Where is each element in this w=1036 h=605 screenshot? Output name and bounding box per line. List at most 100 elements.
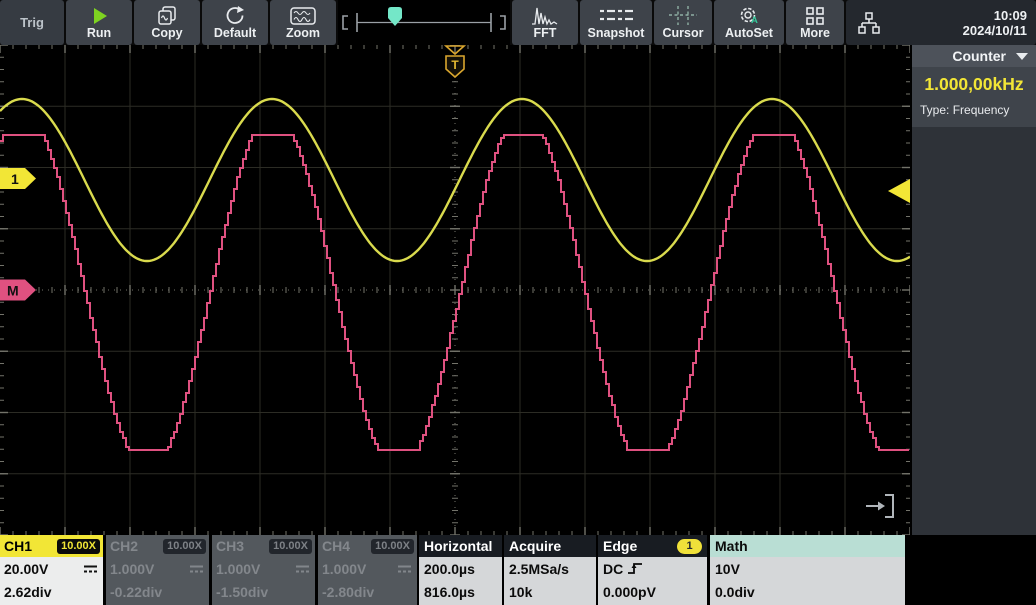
zoom-label: Zoom: [286, 27, 320, 40]
ch1-label: CH1: [4, 538, 32, 554]
acquire-mem-depth: 10k: [509, 584, 532, 600]
horizontal-title: Horizontal: [424, 538, 492, 554]
ch4-probe-badge: 10.00X: [371, 539, 414, 554]
acquire-title: Acquire: [509, 538, 561, 554]
ch2-offset: -0.22div: [110, 584, 162, 600]
ch2-probe-badge: 10.00X: [163, 539, 206, 554]
trigger-title: Edge: [603, 538, 637, 554]
waveforms: [0, 99, 910, 450]
more-label: More: [800, 27, 830, 40]
ch3-label: CH3: [216, 538, 244, 554]
trigger-level: 0.000pV: [603, 584, 656, 600]
fft-label: FFT: [534, 27, 557, 40]
dc-coupling-icon: [397, 564, 412, 574]
dc-coupling-icon: [83, 564, 98, 574]
cursor-crosshair-icon: [667, 5, 699, 26]
wave-zoom-icon: [289, 5, 317, 26]
svg-text:T: T: [451, 58, 459, 72]
counter-type-value: Frequency: [953, 103, 1010, 117]
play-icon: [89, 5, 109, 26]
datetime-display: 10:09 2024/10/11: [963, 8, 1027, 38]
graticule: [0, 45, 910, 535]
rising-edge-icon: [627, 561, 643, 576]
math-offset: 0.0div: [715, 584, 755, 600]
chevron-down-icon: [1016, 53, 1028, 60]
horizontal-box[interactable]: Horizontal 200.0µs 816.0µs: [419, 535, 502, 605]
ch3-box[interactable]: CH3 10.00X 1.000V -1.50div: [212, 535, 315, 605]
fft-button[interactable]: FFT: [512, 0, 578, 45]
counter-card: Counter 1.000,00kHz Type: Frequency: [912, 45, 1036, 127]
acquire-sample-rate: 2.5MSa/s: [509, 561, 569, 577]
trigger-coupling: DC: [603, 561, 623, 577]
ch2-box[interactable]: CH2 10.00X 1.000V -0.22div: [106, 535, 209, 605]
date-text: 2024/10/11: [963, 23, 1027, 38]
ch3-probe-badge: 10.00X: [269, 539, 312, 554]
ch1-box[interactable]: CH1 10.00X 20.00V 2.62div: [0, 535, 103, 605]
snapshot-list-icon: [598, 5, 634, 26]
dc-coupling-icon: [295, 564, 310, 574]
time-text: 10:09: [994, 8, 1027, 23]
snapshot-label: Snapshot: [588, 27, 645, 40]
horizontal-position-slider[interactable]: [338, 0, 510, 45]
run-label: Run: [87, 27, 111, 40]
counter-type-label: Type:: [920, 103, 949, 117]
ch4-offset: -2.80div: [322, 584, 374, 600]
cursor-button[interactable]: Cursor: [654, 0, 712, 45]
autoset-button[interactable]: A AutoSet: [714, 0, 784, 45]
ch3-offset: -1.50div: [216, 584, 268, 600]
copy-button[interactable]: Copy: [134, 0, 200, 45]
counter-dropdown[interactable]: Counter: [912, 45, 1036, 67]
ch4-box[interactable]: CH4 10.00X 1.000V -2.80div: [318, 535, 417, 605]
snapshot-button[interactable]: Snapshot: [580, 0, 652, 45]
top-toolbar: Trig Run Copy Default: [0, 0, 1036, 45]
svg-text:1: 1: [11, 171, 19, 187]
counter-type: Type: Frequency: [912, 101, 1036, 127]
default-button[interactable]: Default: [202, 0, 268, 45]
ch4-scale: 1.000V: [322, 561, 366, 577]
enter-icon[interactable]: [866, 495, 893, 517]
counter-value: 1.000,00kHz: [912, 67, 1036, 101]
math-title: Math: [715, 538, 748, 554]
fft-spectrum-icon: [530, 5, 560, 26]
ch4-label: CH4: [322, 538, 350, 554]
dc-coupling-icon: [189, 564, 204, 574]
ch1-level-marker[interactable]: 1: [0, 168, 36, 189]
zoom-button[interactable]: Zoom: [270, 0, 336, 45]
autoset-label: AutoSet: [725, 27, 773, 40]
horizontal-delay: 816.0µs: [424, 584, 475, 600]
network-lan-icon: [856, 10, 882, 36]
default-label: Default: [214, 27, 256, 40]
ch3-scale: 1.000V: [216, 561, 260, 577]
more-grid-icon: [805, 5, 825, 26]
ch2-label: CH2: [110, 538, 138, 554]
math-level-marker[interactable]: M: [0, 280, 36, 301]
reset-arrow-icon: [224, 5, 246, 26]
more-button[interactable]: More: [786, 0, 844, 45]
horizontal-timebase: 200.0µs: [424, 561, 475, 577]
waveform-display[interactable]: T 1 M: [0, 45, 910, 535]
slider-outer-left-bracket: [343, 16, 348, 29]
trig-status-button[interactable]: Trig: [0, 0, 64, 45]
copy-label: Copy: [151, 27, 182, 40]
ch1-offset: 2.62div: [4, 584, 51, 600]
math-box[interactable]: Math 10V 0.0div: [710, 535, 905, 605]
math-scale: 10V: [715, 561, 740, 577]
run-button[interactable]: Run: [66, 0, 132, 45]
counter-title: Counter: [952, 48, 1006, 64]
trigger-level-arrow[interactable]: [888, 179, 910, 203]
trig-label: Trig: [20, 15, 44, 30]
svg-text:A: A: [751, 15, 758, 26]
cursor-label: Cursor: [663, 27, 704, 40]
status-clock-panel[interactable]: 10:09 2024/10/11: [846, 0, 1036, 45]
ch2-scale: 1.000V: [110, 561, 154, 577]
bottom-status-bar: CH1 10.00X 20.00V 2.62div CH2 10.00X 1.0…: [0, 535, 1036, 605]
trigger-box[interactable]: Edge 1 DC 0.000pV: [598, 535, 707, 605]
copy-icon: [155, 5, 179, 26]
acquire-box[interactable]: Acquire 2.5MSa/s 10k: [504, 535, 596, 605]
slider-outer-right-bracket: [500, 16, 505, 29]
trigger-source-badge: 1: [677, 539, 702, 554]
ch1-probe-badge: 10.00X: [57, 539, 100, 554]
right-sidebar: Counter 1.000,00kHz Type: Frequency: [912, 45, 1036, 535]
autoset-gear-icon: A: [737, 5, 761, 26]
svg-text:M: M: [7, 283, 19, 299]
